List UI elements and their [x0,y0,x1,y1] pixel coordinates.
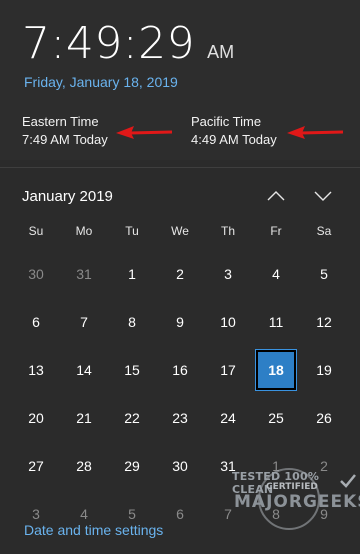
weekday-label: Mo [75,224,93,238]
red-arrow-icon [287,126,344,139]
calendar-day[interactable]: 12 [300,298,348,346]
calendar-week: 13 14 15 16 17 18 19 [12,346,348,394]
calendar-day[interactable]: 23 [156,394,204,442]
weekday-label: Th [220,224,235,238]
zone-name-eastern: Eastern Time [22,114,99,129]
calendar-day[interactable]: 9 [156,298,204,346]
zone-time-eastern: 7:49 AM Today [22,132,108,147]
calendar-day[interactable]: 4 [252,250,300,298]
next-month-button[interactable] [310,184,336,208]
checkmark-icon [340,474,356,488]
calendar-day[interactable]: 6 [12,298,60,346]
weekday-label: Sa [316,224,332,238]
weekday-label: Su [28,224,44,238]
eastern-time-clock: Eastern Time 7:49 AM Today [22,113,108,149]
majorgeeks-watermark: TESTED 100% CLEAN CERTIFIED MAJORGEEKS [232,466,360,546]
calendar-day[interactable]: 13 [12,346,60,394]
calendar-day[interactable]: 11 [252,298,300,346]
weekday-label: We [171,224,189,238]
calendar-day[interactable]: 30 [12,250,60,298]
weekday-label: Tu [125,224,139,238]
calendar-day[interactable]: 27 [12,442,60,490]
zone-time-pacific: 4:49 AM Today [191,132,277,147]
chevron-up-icon [267,191,285,201]
clock-time: 7:49:29 AM [22,18,234,69]
weekday-header: Su Mo Tu We Th Fr Sa [12,224,348,250]
previous-month-button[interactable] [263,184,289,208]
pacific-time-clock: Pacific Time 4:49 AM Today [191,113,277,149]
calendar-day[interactable]: 29 [108,442,156,490]
calendar-day[interactable]: 26 [300,394,348,442]
calendar-day[interactable]: 21 [60,394,108,442]
calendar-day[interactable]: 5 [300,250,348,298]
calendar-day[interactable]: 7 [60,298,108,346]
red-arrow-icon [116,126,173,139]
weekday-label: Fr [270,224,282,238]
month-year-label[interactable]: January 2019 [22,188,113,205]
calendar-day[interactable]: 14 [60,346,108,394]
calendar-day[interactable]: 8 [108,298,156,346]
calendar-day[interactable]: 10 [204,298,252,346]
calendar-week: 20 21 22 23 24 25 26 [12,394,348,442]
time-ampm: AM [207,42,235,62]
calendar-day[interactable]: 15 [108,346,156,394]
calendar-day[interactable]: 24 [204,394,252,442]
zone-name-pacific: Pacific Time [191,114,262,129]
calendar-day-today[interactable]: 18 [255,349,297,391]
calendar-day[interactable]: 22 [108,394,156,442]
date-time-settings-link[interactable]: Date and time settings [24,522,163,538]
time-value: 7:49:29 [22,18,196,69]
calendar-day[interactable]: 1 [108,250,156,298]
calendar-day[interactable]: 17 [204,346,252,394]
calendar-day[interactable]: 2 [156,250,204,298]
calendar-week: 6 7 8 9 10 11 12 [12,298,348,346]
calendar-day[interactable]: 3 [204,250,252,298]
calendar-day[interactable]: 25 [252,394,300,442]
date-link[interactable]: Friday, January 18, 2019 [24,74,178,90]
calendar-day[interactable]: 20 [12,394,60,442]
calendar-week: 30 31 1 2 3 4 5 [12,250,348,298]
calendar-day[interactable]: 28 [60,442,108,490]
calendar-day[interactable]: 19 [300,346,348,394]
calendar-day[interactable]: 31 [60,250,108,298]
calendar-day[interactable]: 30 [156,442,204,490]
chevron-down-icon [314,191,332,201]
calendar-day[interactable]: 16 [156,346,204,394]
watermark-certified-text: CERTIFIED [266,482,318,492]
watermark-brand-text: MAJORGEEKS [234,492,360,512]
